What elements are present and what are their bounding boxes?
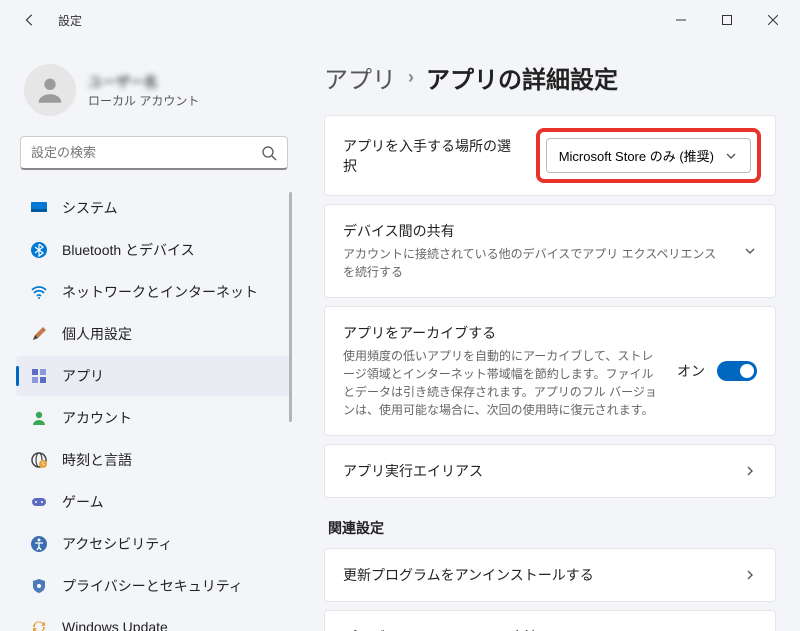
sidebar-item-personalization[interactable]: 個人用設定 xyxy=(16,314,292,354)
chevron-right-icon xyxy=(743,568,757,582)
page-title: アプリの詳細設定 xyxy=(426,60,618,95)
accessibility-icon xyxy=(30,535,48,553)
sidebar: ユーザー名 ローカル アカウント システム Bluetooth とデバイス ネッ… xyxy=(0,40,300,631)
user-account-type: ローカル アカウント xyxy=(88,92,199,109)
sidebar-item-privacy[interactable]: プライバシーとセキュリティ xyxy=(16,566,292,606)
chevron-down-icon xyxy=(724,149,738,163)
sidebar-item-gaming[interactable]: ゲーム xyxy=(16,482,292,522)
card-app-source: アプリを入手する場所の選択 Microsoft Store のみ (推奨) xyxy=(324,115,776,196)
minimize-button[interactable] xyxy=(658,0,704,40)
maximize-icon xyxy=(722,15,732,25)
chevron-right-icon: › xyxy=(408,67,414,88)
wifi-icon xyxy=(30,283,48,301)
account-icon xyxy=(30,409,48,427)
sidebar-item-label: Bluetooth とデバイス xyxy=(62,240,195,260)
main-content: アプリ › アプリの詳細設定 アプリを入手する場所の選択 Microsoft S… xyxy=(300,40,800,631)
sidebar-item-label: プライバシーとセキュリティ xyxy=(62,576,243,596)
sidebar-item-network[interactable]: ネットワークとインターネット xyxy=(16,272,292,312)
toggle-state-label: オン xyxy=(677,361,705,381)
sidebar-item-label: 個人用設定 xyxy=(62,324,132,344)
monitor-icon xyxy=(30,199,48,217)
user-name: ユーザー名 xyxy=(88,72,199,92)
sidebar-item-label: ゲーム xyxy=(62,492,104,512)
sidebar-item-label: アクセシビリティ xyxy=(62,534,172,554)
sidebar-item-system[interactable]: システム xyxy=(16,188,292,228)
breadcrumb-parent[interactable]: アプリ xyxy=(324,60,396,95)
avatar xyxy=(24,64,76,116)
sidebar-item-accounts[interactable]: アカウント xyxy=(16,398,292,438)
highlight-annotation: Microsoft Store のみ (推奨) xyxy=(540,132,757,179)
titlebar: 設定 xyxy=(0,0,800,40)
section-heading-related: 関連設定 xyxy=(328,518,776,538)
apps-icon xyxy=(30,367,48,385)
minimize-icon xyxy=(676,15,686,25)
sidebar-item-label: Windows Update xyxy=(62,619,168,631)
card-title: プログラムのインストール方法 xyxy=(343,627,727,631)
app-source-dropdown[interactable]: Microsoft Store のみ (推奨) xyxy=(546,138,751,173)
card-title: 更新プログラムをアンインストールする xyxy=(343,565,727,585)
archive-toggle[interactable] xyxy=(717,361,757,381)
sidebar-item-accessibility[interactable]: アクセシビリティ xyxy=(16,524,292,564)
card-uninstall-updates[interactable]: 更新プログラムをアンインストールする xyxy=(324,548,776,602)
gamepad-icon xyxy=(30,493,48,511)
dropdown-value: Microsoft Store のみ (推奨) xyxy=(559,146,714,165)
sidebar-item-label: アカウント xyxy=(62,408,132,428)
close-icon xyxy=(768,15,778,25)
sidebar-item-label: 時刻と言語 xyxy=(62,450,132,470)
card-title: アプリを入手する場所の選択 xyxy=(343,136,524,176)
person-icon xyxy=(33,73,67,107)
sidebar-scrollbar[interactable] xyxy=(289,192,292,422)
card-title: アプリ実行エイリアス xyxy=(343,461,727,481)
close-button[interactable] xyxy=(750,0,796,40)
search-input[interactable] xyxy=(31,145,261,160)
user-block[interactable]: ユーザー名 ローカル アカウント xyxy=(16,52,292,136)
back-button[interactable] xyxy=(20,10,40,30)
globe-clock-icon xyxy=(30,451,48,469)
search-icon xyxy=(261,145,277,161)
sidebar-item-label: アプリ xyxy=(62,366,104,386)
bluetooth-icon xyxy=(30,241,48,259)
card-title: デバイス間の共有 xyxy=(343,221,727,241)
sidebar-item-label: システム xyxy=(62,198,118,218)
card-app-alias[interactable]: アプリ実行エイリアス xyxy=(324,444,776,498)
sidebar-item-label: ネットワークとインターネット xyxy=(62,282,258,302)
card-description: 使用頻度の低いアプリを自動的にアーカイブして、ストレージ領域とインターネット帯域… xyxy=(343,347,661,419)
sidebar-item-bluetooth[interactable]: Bluetooth とデバイス xyxy=(16,230,292,270)
sidebar-item-windows-update[interactable]: Windows Update xyxy=(16,608,292,631)
card-title: アプリをアーカイブする xyxy=(343,323,661,343)
shield-icon xyxy=(30,577,48,595)
maximize-button[interactable] xyxy=(704,0,750,40)
arrow-left-icon xyxy=(23,13,37,27)
card-archive-apps: アプリをアーカイブする 使用頻度の低いアプリを自動的にアーカイブして、ストレージ… xyxy=(324,306,776,436)
sidebar-item-time-language[interactable]: 時刻と言語 xyxy=(16,440,292,480)
brush-icon xyxy=(30,325,48,343)
chevron-right-icon xyxy=(743,464,757,478)
sidebar-item-apps[interactable]: アプリ xyxy=(16,356,292,396)
card-description: アカウントに接続されている他のデバイスでアプリ エクスペリエンスを続行する xyxy=(343,245,727,281)
chevron-down-icon xyxy=(743,244,757,258)
search-box[interactable] xyxy=(20,136,288,170)
update-icon xyxy=(30,618,48,631)
card-install-method[interactable]: プログラムのインストール方法 xyxy=(324,610,776,631)
card-device-share[interactable]: デバイス間の共有 アカウントに接続されている他のデバイスでアプリ エクスペリエン… xyxy=(324,204,776,298)
window-title: 設定 xyxy=(58,12,82,29)
breadcrumb: アプリ › アプリの詳細設定 xyxy=(324,60,776,95)
